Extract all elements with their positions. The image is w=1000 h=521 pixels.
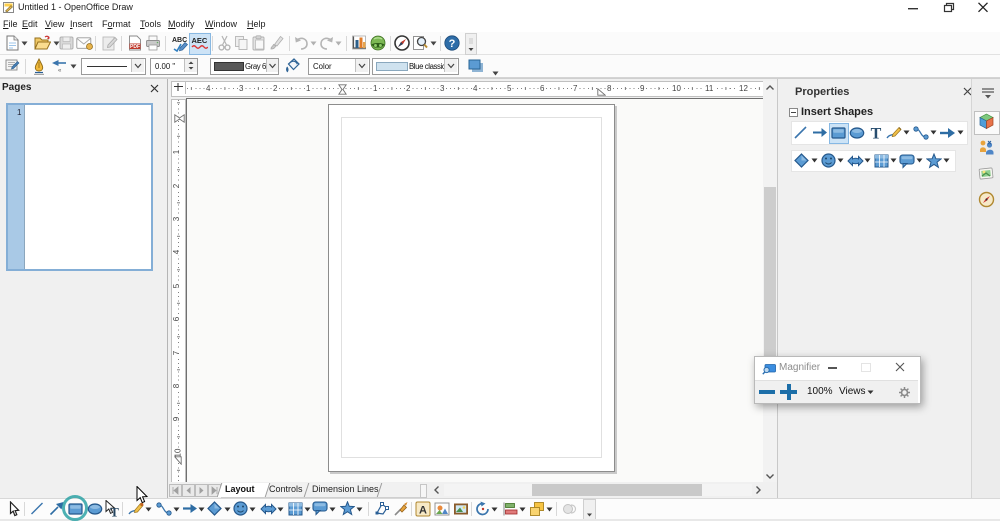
svg-text:A: A xyxy=(419,505,427,517)
svg-text:T: T xyxy=(871,126,882,142)
svg-text:AEC: AEC xyxy=(192,36,208,45)
svg-text:PDF: PDF xyxy=(130,44,140,50)
svg-text:T: T xyxy=(110,505,119,519)
svg-text:?: ? xyxy=(449,38,456,50)
svg-text:«: « xyxy=(58,68,62,73)
